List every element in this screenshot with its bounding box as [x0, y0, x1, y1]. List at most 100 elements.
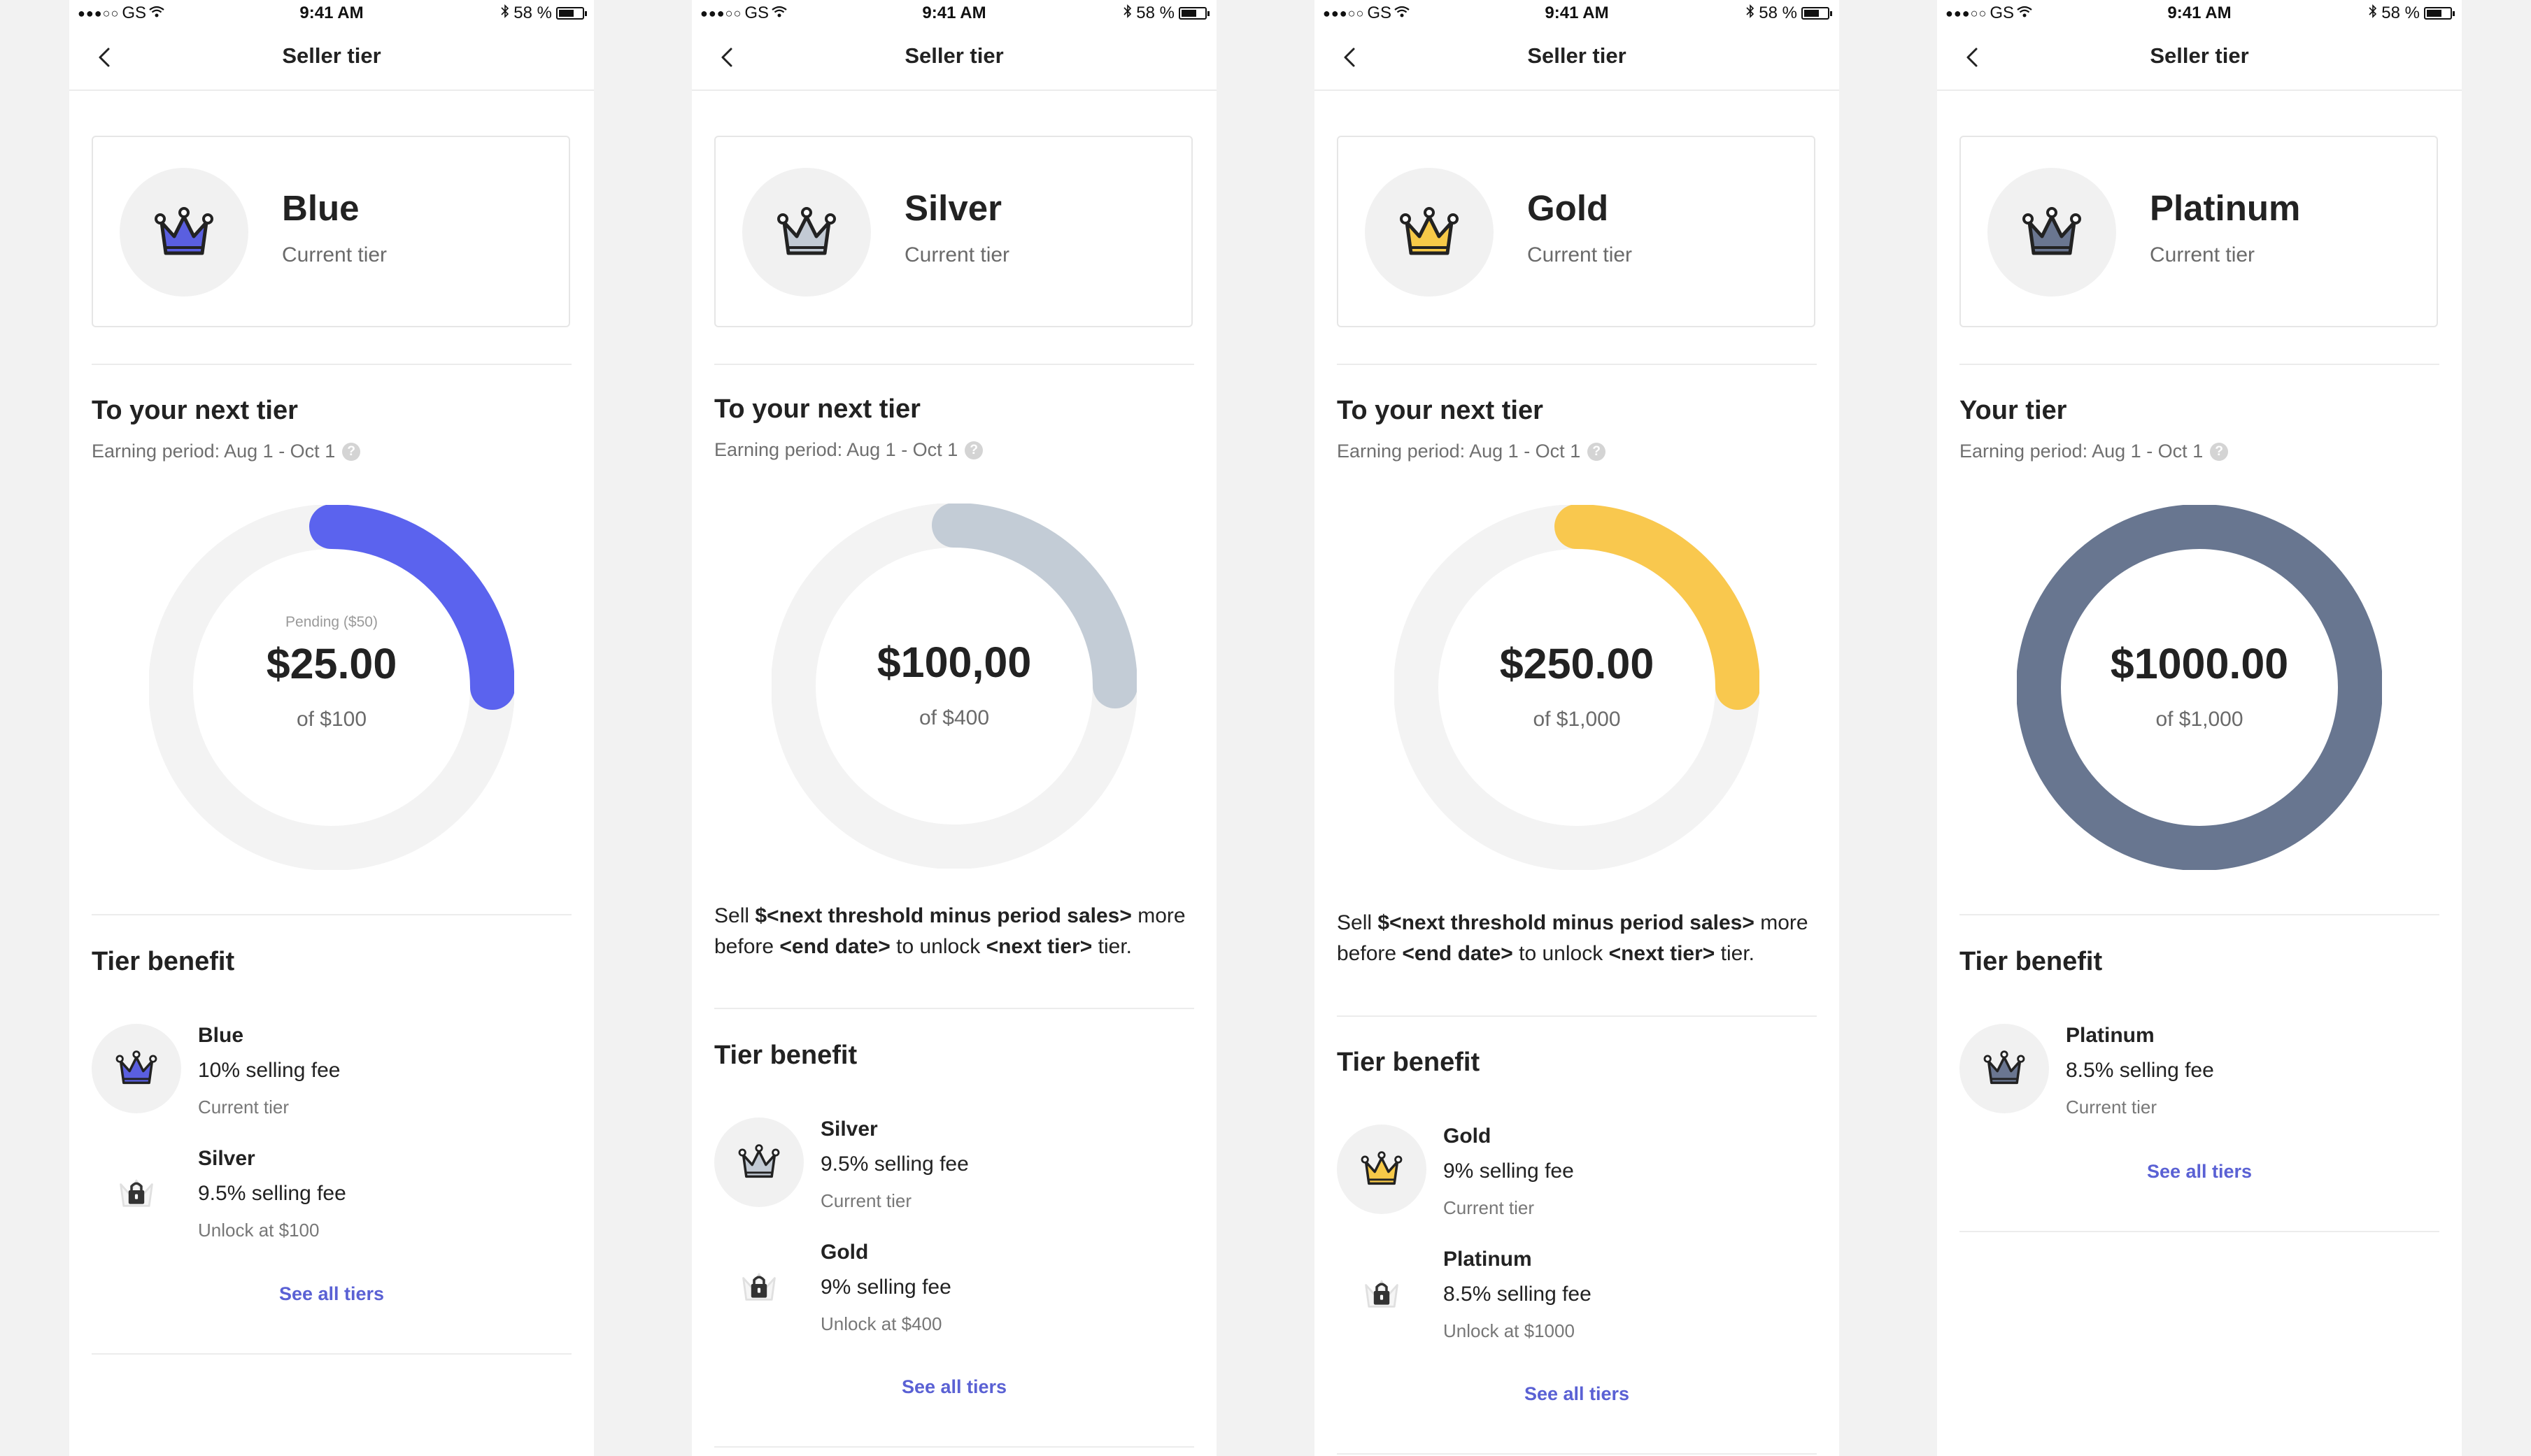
divider — [92, 364, 572, 365]
message-text: tier. — [1715, 942, 1755, 965]
divider — [714, 364, 1194, 365]
current-tier-card: Gold Current tier — [1337, 136, 1815, 327]
tier-name: Gold — [1527, 188, 1609, 228]
status-bar: ●●●○○ GS 9:41 AM 58 % — [1937, 0, 2462, 28]
crown-icon — [1980, 1043, 2029, 1095]
current-tier-card: Blue Current tier — [92, 136, 570, 327]
message-text: to unlock — [1512, 942, 1609, 965]
progress-amount: $1000.00 — [2110, 640, 2289, 687]
status-bar: ●●●○○ GS 9:41 AM 58 % — [69, 0, 594, 28]
bluetooth-icon — [2369, 3, 2377, 23]
see-all-tiers-link[interactable]: See all tiers — [1337, 1383, 1817, 1405]
nav-title: Seller tier — [1527, 43, 1626, 68]
benefit-name: Gold — [1443, 1125, 1491, 1148]
help-icon[interactable]: ? — [1587, 442, 1606, 461]
battery-label: 58 % — [2381, 3, 2420, 22]
divider — [92, 914, 572, 915]
progress-amount: $250.00 — [1499, 640, 1654, 687]
message-placeholder: <end date> — [779, 935, 891, 958]
benefit-item-locked: Platinum 8.5% selling fee Unlock at $100… — [1337, 1248, 1820, 1352]
divider — [1959, 364, 2439, 365]
benefit-title: Tier benefit — [1959, 947, 2103, 976]
benefit-badge — [1337, 1125, 1426, 1214]
benefit-badge — [92, 1147, 181, 1236]
section-title: Your tier — [1959, 396, 2067, 425]
bluetooth-icon — [1746, 3, 1754, 23]
crown-icon — [1357, 1143, 1406, 1196]
benefit-status: Current tier — [1443, 1197, 1535, 1218]
battery-label: 58 % — [1136, 3, 1175, 22]
earning-period: Earning period: Aug 1 - Oct 1? — [92, 441, 361, 462]
screen-silver: ●●●○○ GS 9:41 AM 58 % Seller tier Silver … — [692, 0, 1217, 1456]
crown-icon — [149, 196, 219, 269]
divider — [1959, 1231, 2439, 1232]
benefit-status: Unlock at $100 — [198, 1220, 320, 1241]
battery-icon — [556, 7, 587, 20]
progress-donut: $1000.00 of $1,000 — [2017, 505, 2382, 870]
unlock-message: Sell $<next threshold minus period sales… — [714, 901, 1197, 962]
battery-label: 58 % — [1759, 3, 1797, 22]
benefit-fee: 9% selling fee — [1443, 1159, 1574, 1183]
divider — [1337, 1453, 1817, 1455]
current-tier-card: Silver Current tier — [714, 136, 1193, 327]
earning-period: Earning period: Aug 1 - Oct 1? — [1959, 441, 2229, 462]
divider — [92, 1353, 572, 1355]
benefit-badge — [1959, 1024, 2049, 1113]
section-title: To your next tier — [714, 394, 921, 424]
benefit-fee: 9.5% selling fee — [198, 1182, 346, 1205]
benefit-name: Platinum — [1443, 1248, 1532, 1271]
benefit-item: Silver 9.5% selling fee Current tier — [714, 1118, 1197, 1222]
tier-subtitle: Current tier — [905, 243, 1010, 266]
benefit-status: Current tier — [198, 1097, 290, 1118]
current-tier-card: Platinum Current tier — [1959, 136, 2438, 327]
see-all-tiers-link[interactable]: See all tiers — [714, 1376, 1194, 1398]
message-text: tier. — [1092, 935, 1133, 958]
benefit-item: Blue 10% selling fee Current tier — [92, 1024, 574, 1129]
tier-crown-badge — [742, 168, 871, 297]
benefit-item-locked: Gold 9% selling fee Unlock at $400 — [714, 1241, 1197, 1346]
see-all-tiers-link[interactable]: See all tiers — [92, 1283, 572, 1305]
battery-icon — [1801, 7, 1832, 20]
benefit-item-locked: Silver 9.5% selling fee Unlock at $100 — [92, 1147, 574, 1252]
benefit-title: Tier benefit — [714, 1041, 858, 1070]
tier-name: Silver — [905, 188, 1002, 228]
tier-crown-badge — [1987, 168, 2116, 297]
help-icon[interactable]: ? — [965, 441, 984, 459]
benefit-title: Tier benefit — [1337, 1048, 1480, 1077]
period-text: Earning period: Aug 1 - Oct 1 — [714, 439, 958, 460]
message-placeholder: <next tier> — [986, 935, 1093, 958]
screen-platinum: ●●●○○ GS 9:41 AM 58 % Seller tier Platinu… — [1937, 0, 2462, 1456]
progress-target: of $1,000 — [2155, 708, 2243, 731]
crown-icon — [112, 1043, 161, 1095]
benefit-name: Platinum — [2066, 1024, 2155, 1047]
pending-label: Pending ($50) — [285, 614, 378, 630]
nav-bar: Seller tier — [1314, 34, 1839, 91]
status-bar: ●●●○○ GS 9:41 AM 58 % — [1314, 0, 1839, 28]
earning-period: Earning period: Aug 1 - Oct 1? — [714, 439, 984, 461]
benefit-badge — [714, 1118, 804, 1207]
divider — [1337, 364, 1817, 365]
see-all-tiers-link[interactable]: See all tiers — [1959, 1161, 2439, 1183]
divider — [714, 1008, 1194, 1009]
unlock-message: Sell $<next threshold minus period sales… — [1337, 908, 1820, 969]
help-icon[interactable]: ? — [342, 442, 361, 461]
help-icon[interactable]: ? — [2210, 442, 2229, 461]
crown-icon — [772, 196, 842, 269]
message-placeholder: $<next threshold minus period sales> — [1377, 911, 1754, 934]
progress-donut: $100,00 of $400 — [772, 504, 1137, 869]
period-text: Earning period: Aug 1 - Oct 1 — [1959, 441, 2204, 462]
benefit-fee: 8.5% selling fee — [2066, 1059, 2214, 1082]
benefit-status: Current tier — [2066, 1097, 2157, 1118]
benefit-fee: 8.5% selling fee — [1443, 1283, 1591, 1306]
benefit-badge — [1337, 1248, 1426, 1337]
tier-crown-badge — [1365, 168, 1494, 297]
message-placeholder: <next tier> — [1608, 942, 1715, 965]
crown-icon — [2017, 196, 2087, 269]
divider — [714, 1446, 1194, 1448]
benefit-status: Unlock at $400 — [821, 1313, 942, 1334]
status-bar: ●●●○○ GS 9:41 AM 58 % — [692, 0, 1217, 28]
message-text: Sell — [714, 904, 756, 927]
benefit-item: Gold 9% selling fee Current tier — [1337, 1125, 1820, 1229]
divider — [1337, 1015, 1817, 1017]
tier-name: Blue — [282, 188, 360, 228]
